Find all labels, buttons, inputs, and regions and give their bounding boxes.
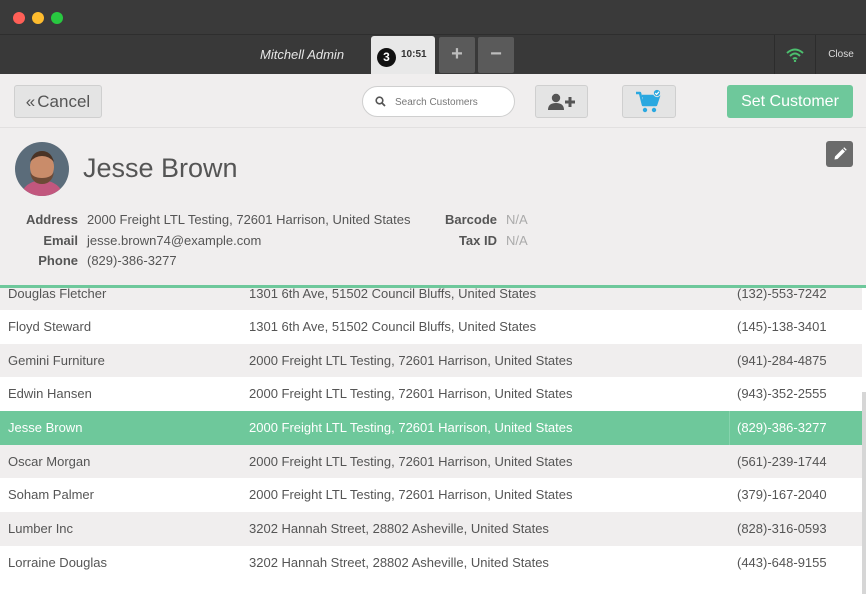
set-customer-button[interactable]: Set Customer <box>727 85 853 118</box>
customer-cell-phone: (828)-316-0593 <box>737 521 827 536</box>
order-time: 10:51 <box>401 49 427 60</box>
search-input[interactable] <box>395 93 507 111</box>
customer-cell-address: 3202 Hannah Street, 28802 Asheville, Uni… <box>249 555 549 570</box>
customer-cell-phone: (379)-167-2040 <box>737 487 827 502</box>
email-row: Email jesse.brown74@example.com Tax ID N… <box>0 233 866 251</box>
customer-cell-phone: (561)-239-1744 <box>737 454 827 469</box>
wifi-icon <box>785 48 804 62</box>
customer-list: Douglas Fletcher 1301 6th Ave, 51502 Cou… <box>0 288 866 594</box>
new-order-button[interactable]: + <box>439 37 475 73</box>
connection-status[interactable] <box>774 35 814 75</box>
cancel-label: Cancel <box>37 91 91 111</box>
cashier-name[interactable]: Mitchell Admin <box>260 47 344 62</box>
customer-toolbar: « Cancel Search Customers Set Customer <box>0 74 866 128</box>
customer-search[interactable] <box>362 86 515 117</box>
customer-cell-phone: (829)-386-3277 <box>737 420 827 435</box>
barcode-value: N/A <box>506 212 528 227</box>
address-value: 2000 Freight LTL Testing, 72601 Harrison… <box>87 212 411 227</box>
customer-cell-address: 3202 Hannah Street, 28802 Asheville, Uni… <box>249 521 549 536</box>
customer-cell-address: 2000 Freight LTL Testing, 72601 Harrison… <box>249 420 573 435</box>
customer-cell-phone: (941)-284-4875 <box>737 353 827 368</box>
pos-window: Mitchell Admin 3 10:51 + − Close « Cance… <box>0 0 866 594</box>
customer-cell-name: Lumber Inc <box>8 521 74 536</box>
customer-cell-name: Oscar Morgan <box>8 454 91 469</box>
table-row[interactable]: Lorraine Douglas 3202 Hannah Street, 288… <box>0 546 862 580</box>
table-row[interactable]: Lumber Inc 3202 Hannah Street, 28802 Ash… <box>0 512 862 546</box>
cart-button[interactable] <box>622 85 676 118</box>
list-scrollbar[interactable] <box>862 392 866 594</box>
customer-cell-name: Gemini Furniture <box>8 353 105 368</box>
email-label: Email <box>43 233 78 248</box>
window-minimize-control[interactable] <box>32 12 44 24</box>
customer-cell-address: 1301 6th Ave, 51502 Council Bluffs, Unit… <box>249 319 537 334</box>
customer-cell-phone: (145)-138-3401 <box>737 319 827 334</box>
cart-icon <box>636 88 662 112</box>
close-pos-button[interactable]: Close <box>815 35 866 75</box>
delete-order-button[interactable]: − <box>478 37 514 73</box>
customer-cell-phone: (132)-553-7242 <box>737 288 827 301</box>
phone-label: Phone <box>38 253 78 268</box>
customer-cell-address: 2000 Freight LTL Testing, 72601 Harrison… <box>249 454 573 469</box>
user-plus-icon <box>547 93 575 110</box>
cancel-button[interactable]: « Cancel <box>14 85 102 118</box>
table-row[interactable]: Douglas Fletcher 1301 6th Ave, 51502 Cou… <box>0 288 862 311</box>
pos-topbar: Mitchell Admin 3 10:51 + − Close <box>0 34 866 75</box>
table-row[interactable]: Oscar Morgan 2000 Freight LTL Testing, 7… <box>0 445 862 479</box>
edit-customer-button[interactable] <box>826 141 853 167</box>
customer-cell-name: Floyd Steward <box>8 319 92 334</box>
customer-cell-phone: (943)-352-2555 <box>737 386 827 401</box>
search-icon <box>375 96 386 107</box>
barcode-label: Barcode <box>444 212 497 227</box>
customer-avatar <box>15 142 69 196</box>
table-row[interactable]: Soham Palmer 2000 Freight LTL Testing, 7… <box>0 478 862 512</box>
table-row[interactable]: Gemini Furniture 2000 Freight LTL Testin… <box>0 344 862 378</box>
table-row[interactable]: Edwin Hansen 2000 Freight LTL Testing, 7… <box>0 377 862 411</box>
customer-cell-address: 2000 Freight LTL Testing, 72601 Harrison… <box>249 386 573 401</box>
customer-details: Jesse Brown Address 2000 Freight LTL Tes… <box>0 128 866 285</box>
taxid-value: N/A <box>506 233 528 248</box>
address-row: Address 2000 Freight LTL Testing, 72601 … <box>0 212 866 230</box>
customer-cell-address: 2000 Freight LTL Testing, 72601 Harrison… <box>249 353 573 368</box>
order-tab[interactable]: 3 10:51 <box>371 36 435 75</box>
double-chevron-left-icon: « <box>25 91 36 111</box>
taxid-label: Tax ID <box>458 233 497 248</box>
window-zoom-control[interactable] <box>51 12 63 24</box>
pencil-icon <box>834 147 847 160</box>
customer-cell-name: Edwin Hansen <box>8 386 92 401</box>
customer-name: Jesse Brown <box>83 153 238 183</box>
table-row-selected[interactable]: Jesse Brown 2000 Freight LTL Testing, 72… <box>0 411 862 445</box>
window-close-control[interactable] <box>13 12 25 24</box>
customer-cell-name: Soham Palmer <box>8 487 94 502</box>
customer-cell-phone: (443)-648-9155 <box>737 555 827 570</box>
customer-cell-name: Douglas Fletcher <box>8 288 107 301</box>
email-value: jesse.brown74@example.com <box>87 233 262 248</box>
address-label: Address <box>25 212 78 227</box>
cell-divider <box>729 411 730 445</box>
add-customer-button[interactable] <box>535 85 588 118</box>
window-titlebar <box>0 0 866 34</box>
customer-cell-address: 2000 Freight LTL Testing, 72601 Harrison… <box>249 487 573 502</box>
order-number-badge: 3 <box>377 48 396 67</box>
phone-row: Phone (829)-386-3277 <box>0 253 866 271</box>
customer-cell-name: Jesse Brown <box>8 420 83 435</box>
customer-cell-address: 1301 6th Ave, 51502 Council Bluffs, Unit… <box>249 288 537 301</box>
phone-value: (829)-386-3277 <box>87 253 177 268</box>
customer-cell-name: Lorraine Douglas <box>8 555 108 570</box>
table-row[interactable]: Floyd Steward 1301 6th Ave, 51502 Counci… <box>0 310 862 344</box>
